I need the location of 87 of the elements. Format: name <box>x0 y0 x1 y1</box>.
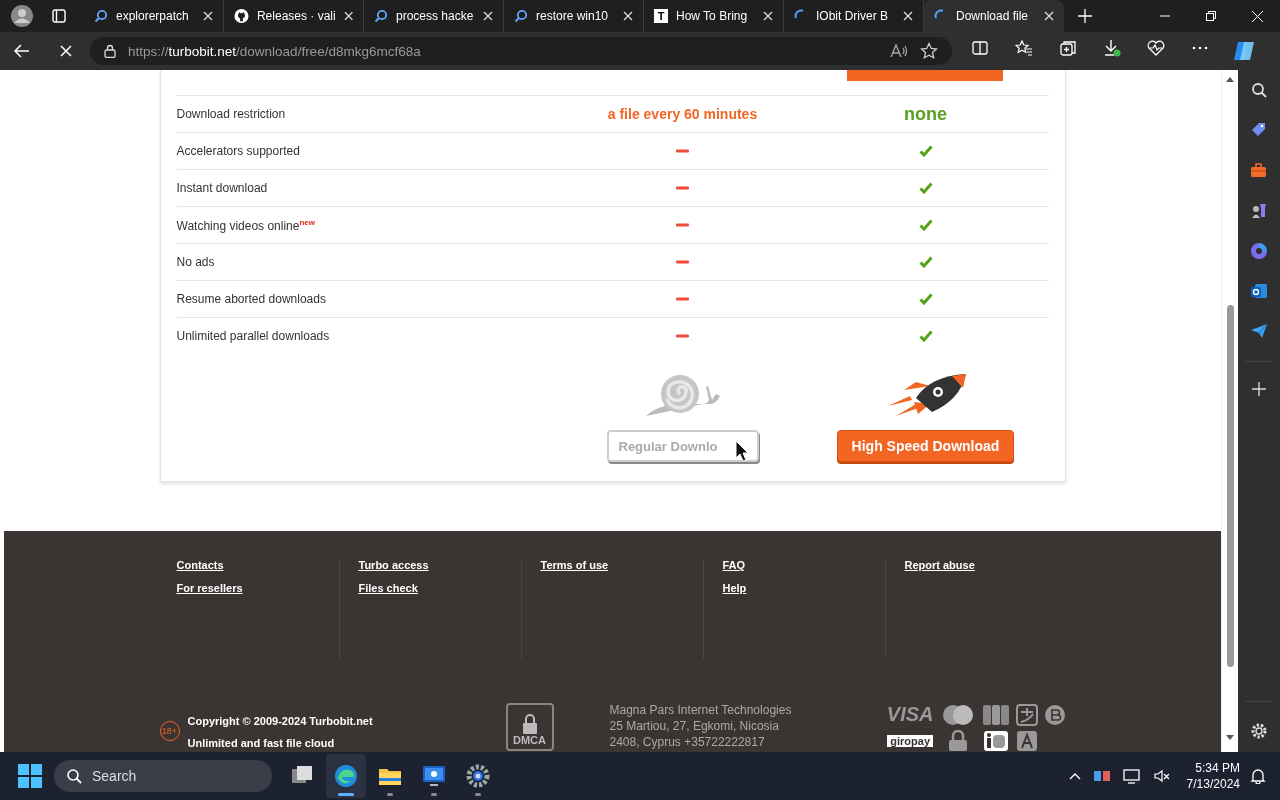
browser-tab[interactable]: Download file <box>924 0 1064 32</box>
add-icon[interactable] <box>1252 382 1266 396</box>
giropay-logo: giropay <box>887 735 933 747</box>
check-icon <box>918 145 933 157</box>
dash-icon <box>676 297 689 301</box>
search-icon <box>514 9 528 23</box>
restriction-value: a file every 60 minutes <box>607 106 758 122</box>
close-icon[interactable] <box>203 11 213 21</box>
feature-label: Resume aborted downloads <box>176 292 326 306</box>
check-icon <box>918 256 933 268</box>
edge-app-icon[interactable] <box>326 754 366 798</box>
copilot-icon[interactable] <box>1232 39 1256 63</box>
close-icon[interactable] <box>1044 11 1054 21</box>
footer-link[interactable]: Contacts <box>176 559 224 571</box>
footer-link[interactable]: For resellers <box>176 582 243 594</box>
chevron-up-icon[interactable] <box>1068 772 1081 780</box>
github-icon <box>234 8 249 24</box>
search-icon <box>94 9 108 23</box>
network-icon[interactable] <box>1092 768 1111 784</box>
close-icon[interactable] <box>623 11 633 21</box>
dash-icon <box>676 149 689 153</box>
close-icon[interactable] <box>763 11 773 21</box>
search-icon <box>374 9 388 23</box>
favorite-star-icon[interactable] <box>920 42 938 60</box>
feature-label: Instant download <box>176 181 268 195</box>
footer-link[interactable]: Files check <box>358 582 418 594</box>
check-icon <box>918 182 933 194</box>
scrollbar-thumb[interactable] <box>1226 305 1234 667</box>
dash-icon <box>676 186 689 190</box>
mouse-cursor-icon <box>734 440 749 462</box>
close-icon[interactable] <box>343 11 353 21</box>
restore-icon[interactable] <box>1206 11 1216 21</box>
tagline: Unlimited and fast file cloud <box>187 737 336 749</box>
scroll-up-icon[interactable] <box>1225 75 1235 83</box>
feature-label: No ads <box>176 255 215 269</box>
company-address-line: 25 Martiou, 27, Egkomi, Nicosia <box>609 718 780 734</box>
footer-link[interactable]: Turbo access <box>358 559 429 571</box>
footer-link[interactable]: FAQ <box>722 559 746 571</box>
settings-icon[interactable] <box>1250 722 1268 740</box>
clock-time: 5:34 PM <box>1195 760 1240 776</box>
tab-actions-icon[interactable] <box>52 9 66 23</box>
taskbar-search-field[interactable]: Search <box>54 760 272 792</box>
premium-value: none <box>904 103 947 125</box>
dash-icon <box>676 260 689 264</box>
feature-label: Accelerators supported <box>176 144 300 158</box>
outlook-icon[interactable] <box>1249 281 1269 301</box>
check-icon <box>918 330 933 342</box>
read-aloud-icon[interactable] <box>890 43 908 59</box>
search-icon <box>66 768 82 784</box>
heartbeat-icon[interactable] <box>1147 39 1165 57</box>
company-address-line: Magna Pars Internet Technologies <box>609 702 793 718</box>
dmca-badge[interactable]: DMCA <box>505 703 554 751</box>
bitcoin-icon <box>1043 703 1066 726</box>
back-arrow-icon[interactable] <box>13 42 31 60</box>
collections-icon[interactable] <box>1059 39 1077 57</box>
volume-muted-icon[interactable] <box>1152 768 1171 784</box>
check-icon <box>918 293 933 305</box>
close-icon[interactable] <box>903 11 913 21</box>
feature-label: Download restriction <box>176 107 286 121</box>
padlock-icon <box>521 714 538 734</box>
downloads-icon[interactable] <box>1103 39 1121 57</box>
site-logo-icon: T <box>654 9 668 23</box>
copilot-icon[interactable] <box>1249 241 1269 261</box>
split-screen-icon[interactable] <box>971 39 989 57</box>
favorites-icon[interactable] <box>1015 39 1033 57</box>
display-icon[interactable] <box>1122 768 1141 784</box>
footer-link[interactable]: Report abuse <box>904 559 975 571</box>
scroll-down-icon[interactable] <box>1225 734 1235 742</box>
check-icon <box>918 219 933 231</box>
company-address-line: 2408, Cyprus +35722222817 <box>609 734 766 750</box>
feature-label: Unlimited parallel downloads <box>176 329 330 343</box>
profile-avatar-icon[interactable] <box>11 5 33 27</box>
footer-link[interactable]: Terms of use <box>540 559 609 571</box>
copyright-text: Copyright © 2009-2024 Turbobit.net <box>187 715 374 727</box>
dash-icon <box>676 334 689 338</box>
new-tab-icon[interactable] <box>1078 9 1092 23</box>
notifications-icon[interactable] <box>1250 768 1266 784</box>
address-bar[interactable]: https://turbobit.net/download/free/d8mkg6mcf68a <box>90 37 952 65</box>
clock-date: 7/13/2024 <box>1186 776 1240 792</box>
feature-label: Watching videos online$^{new}$ <box>176 217 316 233</box>
footer-link[interactable]: Help <box>722 582 747 594</box>
visa-logo: VISA <box>886 703 934 726</box>
lock-icon <box>104 44 116 58</box>
lock-icon <box>947 730 968 752</box>
dash-icon <box>676 223 689 227</box>
close-icon[interactable] <box>483 11 493 21</box>
start-icon[interactable] <box>18 764 42 788</box>
